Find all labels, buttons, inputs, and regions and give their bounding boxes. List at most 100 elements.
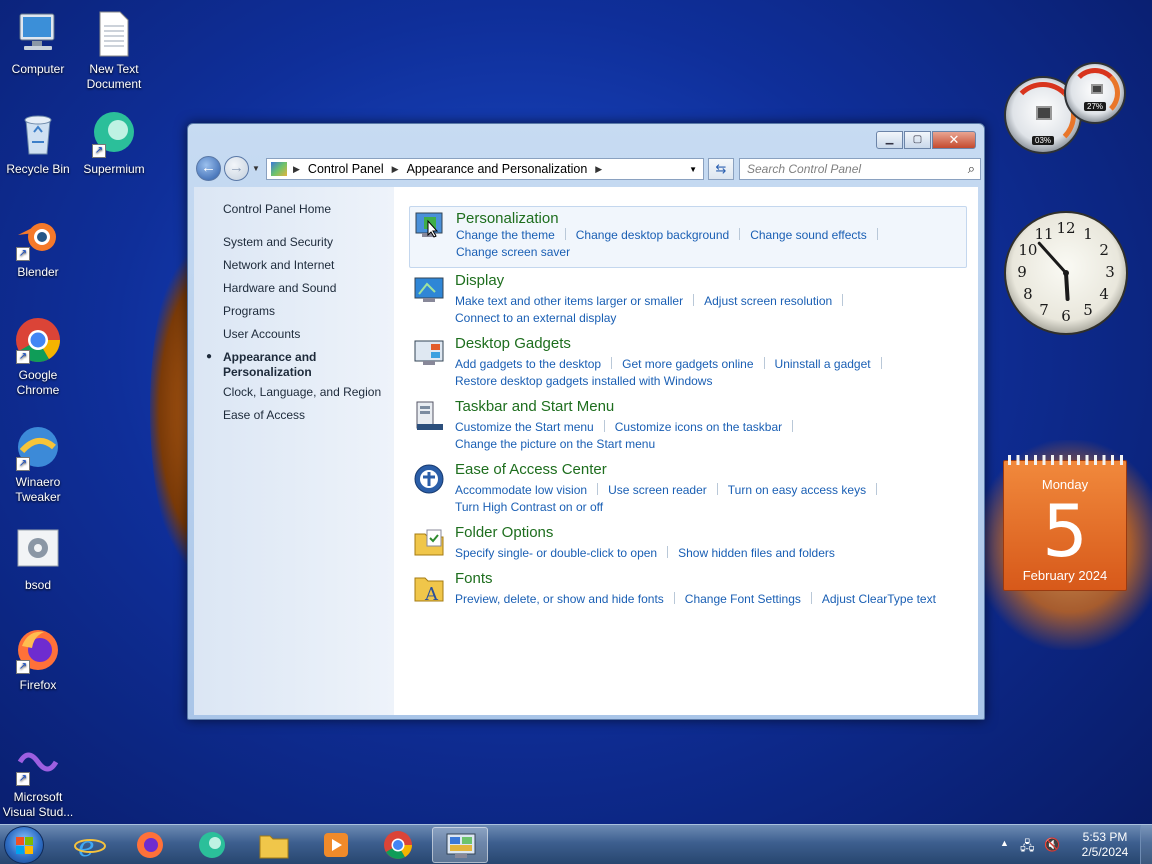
taskbar-control-panel[interactable] bbox=[432, 827, 488, 863]
link-add-gadgets[interactable]: Add gadgets to the desktop bbox=[455, 356, 601, 373]
maximize-button[interactable]: ▢ bbox=[904, 131, 931, 149]
close-button[interactable]: ✕ bbox=[932, 131, 976, 149]
link-restore-gadgets[interactable]: Restore desktop gadgets installed with W… bbox=[455, 373, 712, 390]
sidebar-item-network-internet[interactable]: Network and Internet bbox=[223, 258, 334, 273]
active-bullet-icon: ● bbox=[206, 351, 213, 362]
desktop-icon-supermium[interactable]: ↗ Supermium bbox=[76, 110, 152, 177]
link-high-contrast[interactable]: Turn High Contrast on or off bbox=[455, 499, 603, 516]
search-icon[interactable]: ⌕ bbox=[968, 159, 975, 179]
category-title[interactable]: Display bbox=[455, 272, 504, 289]
desktop-icon-label: New Text Document bbox=[86, 62, 142, 91]
desktop-icon-visual-studio[interactable]: ↗ Microsoft Visual Stud... bbox=[0, 738, 76, 820]
link-text-size[interactable]: Make text and other items larger or smal… bbox=[455, 293, 683, 310]
taskbar-firefox[interactable] bbox=[122, 827, 178, 863]
show-desktop-button[interactable] bbox=[1140, 825, 1152, 864]
category-title[interactable]: Taskbar and Start Menu bbox=[455, 398, 614, 415]
link-easy-access-keys[interactable]: Turn on easy access keys bbox=[728, 482, 866, 499]
link-separator bbox=[667, 546, 669, 558]
category-links: Add gadgets to the desktop Get more gadge… bbox=[455, 356, 960, 390]
link-change-desktop-background[interactable]: Change desktop background bbox=[576, 227, 729, 244]
link-customize-taskbar-icons[interactable]: Customize icons on the taskbar bbox=[615, 419, 782, 436]
link-customize-start-menu[interactable]: Customize the Start menu bbox=[455, 419, 594, 436]
firefox-icon: ↗ bbox=[14, 626, 62, 674]
sidebar-item-ease-of-access[interactable]: Ease of Access bbox=[223, 408, 305, 423]
breadcrumb-separator[interactable]: ▶ bbox=[392, 164, 399, 175]
sidebar-item-programs[interactable]: Programs bbox=[223, 304, 275, 319]
category-title[interactable]: Fonts bbox=[455, 570, 493, 587]
sidebar-item-hardware-sound[interactable]: Hardware and Sound bbox=[223, 281, 336, 296]
link-uninstall-gadget[interactable]: Uninstall a gadget bbox=[775, 356, 871, 373]
address-dropdown-icon[interactable]: ▼ bbox=[689, 165, 697, 174]
category-links: Accommodate low vision Use screen reader T… bbox=[455, 482, 960, 516]
clock-tray[interactable]: 5:53 PM 2/5/2024 bbox=[1070, 830, 1140, 860]
taskbar-internet-explorer[interactable]: e bbox=[62, 827, 118, 863]
forward-button[interactable]: → bbox=[224, 156, 249, 181]
search-input[interactable]: Search Control Panel ⌕ bbox=[739, 158, 981, 180]
chrome-icon bbox=[382, 830, 414, 860]
desktop-icon-computer[interactable]: Computer bbox=[0, 10, 76, 77]
taskbar-supermium[interactable] bbox=[184, 827, 240, 863]
link-single-double-click[interactable]: Specify single- or double-click to open bbox=[455, 545, 657, 562]
sidebar-item-system-security[interactable]: System and Security bbox=[223, 235, 333, 250]
memory-meter-gadget[interactable]: 27% bbox=[1064, 62, 1126, 124]
taskbar-icon bbox=[413, 400, 445, 432]
category-title[interactable]: Personalization bbox=[456, 210, 559, 227]
sidebar-item-control-panel-home[interactable]: Control Panel Home bbox=[223, 202, 331, 217]
taskbar-chrome[interactable] bbox=[370, 827, 426, 863]
category-links: Customize the Start menu Customize icons … bbox=[455, 419, 960, 453]
start-button[interactable] bbox=[4, 826, 44, 864]
sidebar-item-user-accounts[interactable]: User Accounts bbox=[223, 327, 300, 342]
minimize-button[interactable]: ▁ bbox=[876, 131, 903, 149]
recent-pages-dropdown[interactable]: ▼ bbox=[252, 164, 260, 173]
back-button[interactable]: ← bbox=[196, 156, 221, 181]
breadcrumb-separator[interactable]: ▶ bbox=[595, 164, 602, 175]
desktop-icon-firefox[interactable]: ↗ Firefox bbox=[0, 626, 76, 693]
breadcrumb-separator[interactable]: ▶ bbox=[293, 164, 300, 175]
link-low-vision[interactable]: Accommodate low vision bbox=[455, 482, 587, 499]
category-title[interactable]: Ease of Access Center bbox=[455, 461, 607, 478]
sidebar-item-appearance[interactable]: Appearance and Personalization bbox=[223, 350, 333, 380]
desktop-icon-blender[interactable]: ↗ Blender bbox=[0, 213, 76, 280]
breadcrumb-appearance[interactable]: Appearance and Personalization bbox=[407, 162, 588, 176]
calendar-gadget[interactable]: Monday 5 February 2024 bbox=[1003, 455, 1127, 591]
desktop-icon-new-text-document[interactable]: New Text Document bbox=[76, 10, 152, 92]
breadcrumb-control-panel[interactable]: Control Panel bbox=[308, 162, 384, 176]
clock-hands bbox=[1037, 241, 1070, 301]
desktop-icon-winaero-tweaker[interactable]: ↗ Winaero Tweaker bbox=[0, 423, 76, 505]
link-font-settings[interactable]: Change Font Settings bbox=[685, 591, 801, 608]
control-panel-icon bbox=[445, 831, 477, 861]
link-change-theme[interactable]: Change the theme bbox=[456, 227, 555, 244]
tray-time: 5:53 PM bbox=[1082, 830, 1128, 844]
link-change-screen-saver[interactable]: Change screen saver bbox=[456, 244, 570, 261]
folder-options-icon bbox=[413, 526, 445, 558]
link-screen-reader[interactable]: Use screen reader bbox=[608, 482, 707, 499]
link-separator bbox=[876, 228, 878, 240]
category-title[interactable]: Desktop Gadgets bbox=[455, 335, 571, 352]
shortcut-arrow-icon: ↗ bbox=[16, 350, 30, 364]
show-hidden-icons-icon[interactable]: ▲ bbox=[1000, 838, 1009, 848]
taskbar-file-explorer[interactable] bbox=[246, 827, 302, 863]
desktop-icon-label: Computer bbox=[11, 62, 65, 76]
link-preview-fonts[interactable]: Preview, delete, or show and hide fonts bbox=[455, 591, 664, 608]
link-change-sound-effects[interactable]: Change sound effects bbox=[750, 227, 867, 244]
cpu-chip-icon bbox=[1036, 106, 1052, 120]
clock-minute-hand bbox=[1037, 241, 1068, 275]
address-bar[interactable]: ▶ Control Panel ▶ Appearance and Persona… bbox=[266, 158, 704, 180]
link-start-menu-picture[interactable]: Change the picture on the Start menu bbox=[455, 436, 655, 453]
desktop-icon-bsod[interactable]: bsod bbox=[0, 526, 76, 593]
winaero-icon: ↗ bbox=[14, 423, 62, 471]
link-external-display[interactable]: Connect to an external display bbox=[455, 310, 616, 327]
network-icon[interactable]: 🖧 bbox=[1020, 837, 1035, 859]
sidebar-item-clock-language[interactable]: Clock, Language, and Region bbox=[223, 385, 381, 400]
link-screen-resolution[interactable]: Adjust screen resolution bbox=[704, 293, 832, 310]
volume-muted-icon[interactable]: 🔇 bbox=[1044, 837, 1060, 853]
category-title[interactable]: Folder Options bbox=[455, 524, 553, 541]
desktop-icon-recycle-bin[interactable]: Recycle Bin bbox=[0, 110, 76, 177]
link-hidden-files[interactable]: Show hidden files and folders bbox=[678, 545, 835, 562]
clock-gadget[interactable]: 12 1 2 3 4 5 6 7 8 9 10 11 bbox=[1004, 211, 1128, 335]
link-more-gadgets[interactable]: Get more gadgets online bbox=[622, 356, 753, 373]
refresh-button[interactable]: ⇆ bbox=[708, 158, 734, 180]
link-cleartype[interactable]: Adjust ClearType text bbox=[822, 591, 936, 608]
taskbar-media-player[interactable] bbox=[308, 827, 364, 863]
desktop-icon-google-chrome[interactable]: ↗ Google Chrome bbox=[0, 316, 76, 398]
